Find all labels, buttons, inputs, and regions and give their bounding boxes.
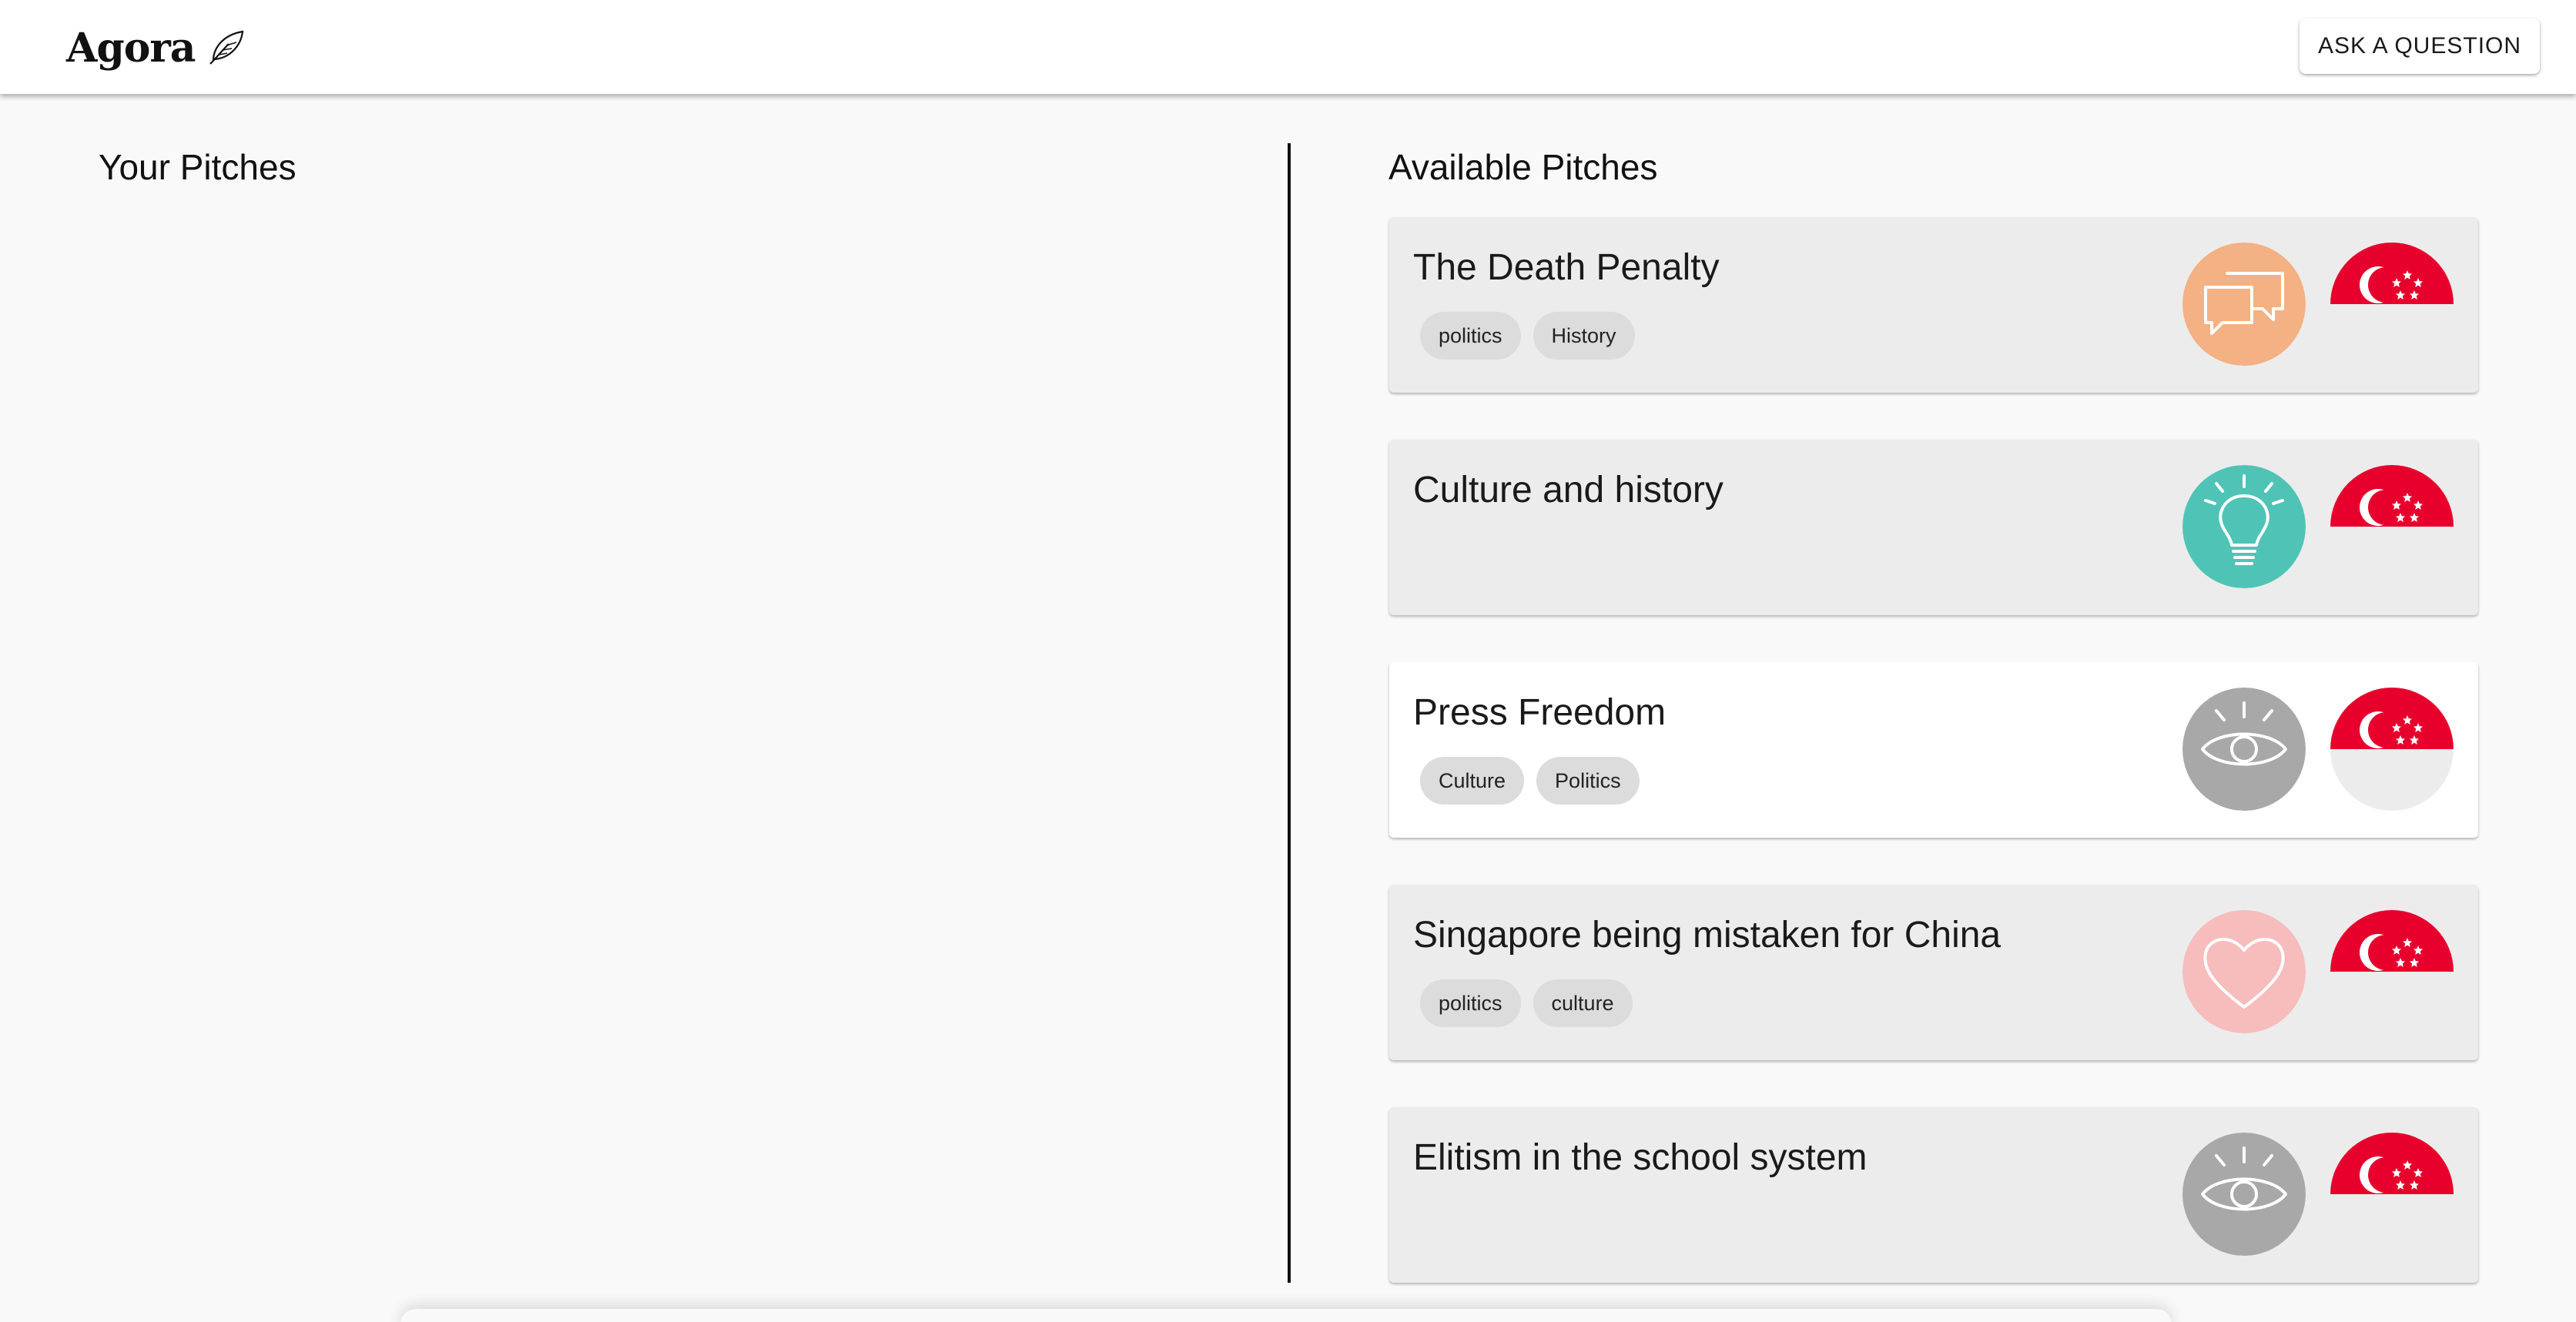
- pitch-card[interactable]: Press Freedom Culture Politics: [1389, 662, 2478, 838]
- ask-question-button[interactable]: ASK A QUESTION: [2300, 18, 2540, 74]
- available-pitches-list: The Death Penalty politics History Culture…: [1389, 217, 2478, 1322]
- tag-chip[interactable]: politics: [1420, 979, 1521, 1027]
- pitch-title: Press Freedom: [1413, 692, 1667, 733]
- singapore-flag-icon: [2330, 1133, 2454, 1256]
- available-pitches-title: Available Pitches: [1388, 147, 1658, 187]
- tag-chip[interactable]: Politics: [1536, 757, 1640, 805]
- your-pitches-title: Your Pitches: [99, 147, 296, 187]
- logo[interactable]: Agora: [66, 17, 247, 79]
- pitch-title: Singapore being mistaken for China: [1413, 915, 2002, 956]
- eye-icon: [2182, 688, 2306, 811]
- tag-chip[interactable]: politics: [1420, 312, 1521, 360]
- logo-text: Agora: [66, 24, 196, 72]
- pitch-card[interactable]: The Death Penalty politics History: [1389, 217, 2478, 393]
- pitch-title: Elitism in the school system: [1413, 1137, 1868, 1178]
- singapore-flag-icon: [2330, 465, 2454, 588]
- bottom-panel-edge: [400, 1309, 2172, 1322]
- tag-chip[interactable]: culture: [1533, 979, 1633, 1027]
- tag-chip[interactable]: Culture: [1420, 757, 1525, 805]
- pitch-title: Culture and history: [1413, 470, 1723, 510]
- tag-list: politics culture: [1420, 979, 1633, 1027]
- pitch-card[interactable]: Culture and history: [1389, 440, 2478, 615]
- app-bar: Agora ASK A QUESTION: [0, 0, 2576, 94]
- lightbulb-icon: [2182, 465, 2306, 588]
- singapore-flag-icon: [2330, 910, 2454, 1033]
- pitch-card[interactable]: Singapore being mistaken for China politi…: [1389, 885, 2478, 1060]
- eye-icon: [2182, 1133, 2306, 1256]
- pitch-card[interactable]: Elitism in the school system: [1389, 1107, 2478, 1283]
- column-divider: [1288, 143, 1291, 1283]
- tag-chip[interactable]: History: [1533, 312, 1635, 360]
- pitch-title: The Death Penalty: [1413, 247, 1720, 288]
- tag-list: politics History: [1420, 312, 1635, 360]
- heart-icon: [2182, 910, 2306, 1033]
- singapore-flag-icon: [2330, 243, 2454, 366]
- tag-list: Culture Politics: [1420, 757, 1640, 805]
- feather-icon: [209, 30, 244, 65]
- speech-bubbles-icon: [2182, 243, 2306, 366]
- singapore-flag-icon: [2330, 688, 2454, 811]
